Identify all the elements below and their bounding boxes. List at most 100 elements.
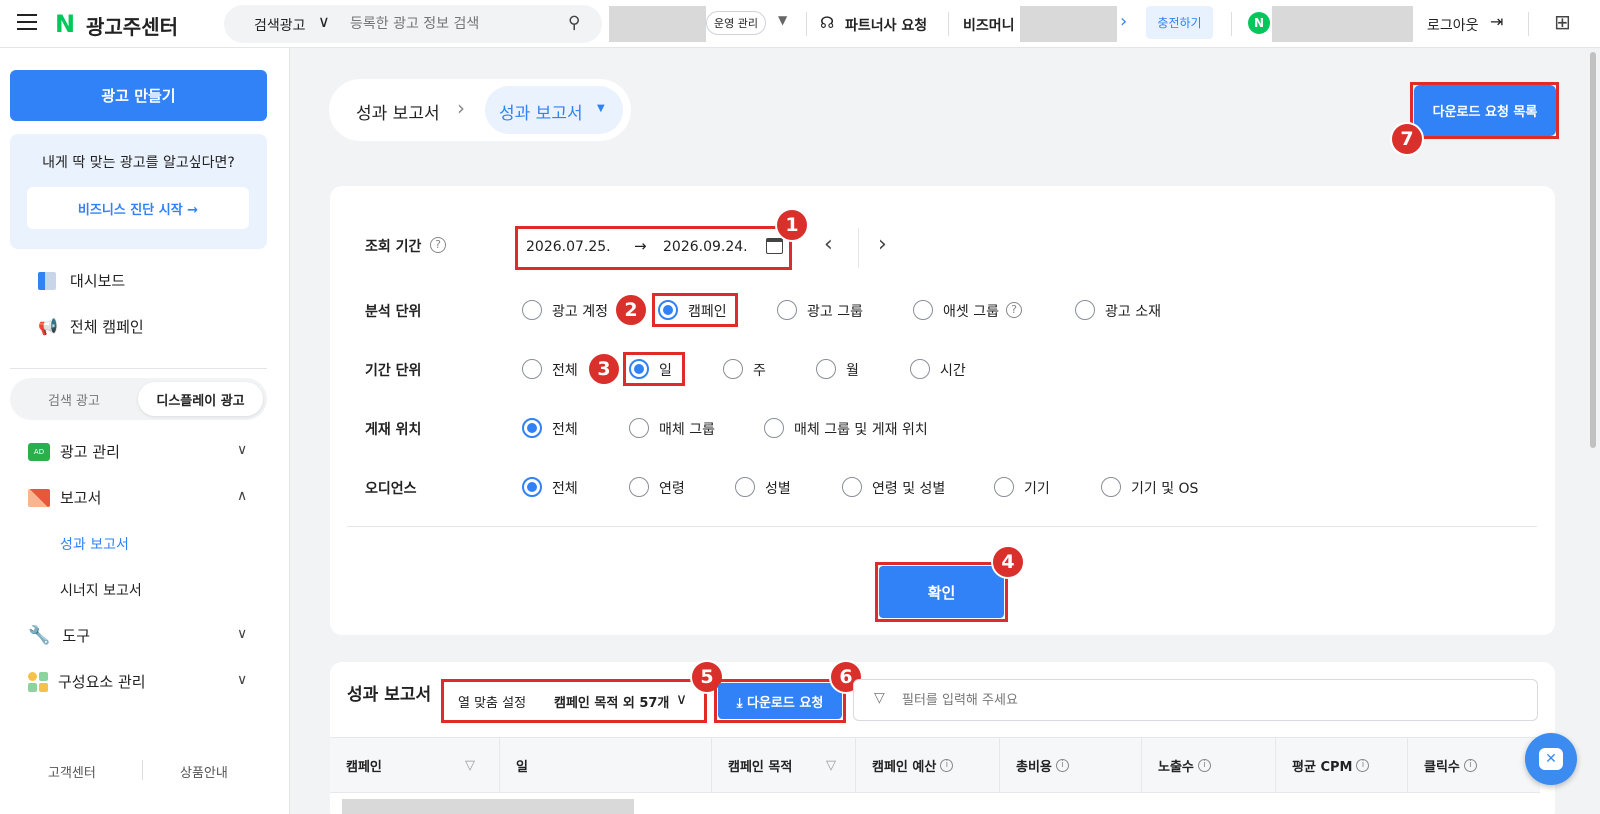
report-title: 성과 보고서: [347, 685, 432, 705]
info-icon[interactable]: i: [1463, 758, 1477, 772]
column-header-avg-cpm[interactable]: 평균 CPM i: [1276, 737, 1408, 793]
column-header-day[interactable]: 일: [500, 737, 712, 793]
column-header-clicks[interactable]: 클릭수 i: [1408, 737, 1540, 793]
account-dropdown-icon[interactable]: ▼: [778, 13, 787, 27]
breadcrumb-current: 성과 보고서: [499, 104, 583, 124]
breadcrumb-current-dropdown[interactable]: 성과 보고서 ▼: [485, 86, 623, 134]
help-icon[interactable]: ?: [1006, 302, 1022, 318]
radio-analysis-assetgroup[interactable]: [913, 300, 933, 320]
breadcrumb-root[interactable]: 성과 보고서: [356, 99, 440, 124]
sidebar-item-all-campaigns[interactable]: 📢 전체 캠페인: [38, 316, 144, 337]
tab-search-ads[interactable]: 검색 광고: [10, 378, 138, 420]
radio-time-week[interactable]: [723, 359, 743, 379]
info-icon[interactable]: i: [940, 758, 954, 772]
caret-down-icon: ▼: [597, 103, 605, 114]
radio-label: 기기 및 OS: [1131, 481, 1199, 497]
brand-title[interactable]: 광고주센터: [86, 11, 178, 40]
chevron-down-icon[interactable]: ∨: [237, 626, 247, 642]
info-icon[interactable]: i: [1356, 758, 1370, 772]
annotation-badge-4: 4: [991, 545, 1025, 579]
divider: [142, 760, 143, 780]
sidebar-item-reports[interactable]: 보고서: [28, 487, 101, 508]
sidebar-item-synergy-report[interactable]: 시너지 보고서: [60, 580, 142, 600]
help-icon[interactable]: ?: [430, 237, 446, 253]
naver-logo-icon[interactable]: N: [55, 10, 75, 38]
sidebar-item-dashboard[interactable]: 대시보드: [38, 270, 125, 291]
radio-analysis-creative[interactable]: [1075, 300, 1095, 320]
megaphone-icon: 📢: [38, 317, 58, 336]
sidebar-item-tools[interactable]: 🔧 도구: [28, 625, 90, 646]
divider: [347, 526, 1537, 527]
radio-placement-group-and-position[interactable]: [764, 418, 784, 438]
annotation-box-5: [441, 679, 707, 723]
radio-audience-device-os[interactable]: [1101, 477, 1121, 497]
chart-icon: [28, 488, 50, 507]
create-ad-button[interactable]: 광고 만들기: [10, 70, 267, 121]
column-header-campaign[interactable]: 캠페인 ▽: [330, 737, 500, 793]
radio-analysis-account[interactable]: [522, 300, 542, 320]
filter-icon: ▽: [874, 690, 885, 706]
business-diagnosis-button[interactable]: 비즈니스 진단 시작 →: [27, 187, 249, 229]
search-input[interactable]: [350, 13, 550, 35]
search-type-select[interactable]: 검색광고: [254, 15, 306, 35]
column-header-total-cost[interactable]: 총비용 i: [1000, 737, 1142, 793]
product-info-link[interactable]: 상품안내: [180, 762, 228, 781]
logout-button[interactable]: 로그아웃: [1427, 15, 1479, 35]
chevron-right-icon: ›: [457, 96, 465, 120]
column-filter-icon[interactable]: ▽: [465, 758, 475, 773]
radio-analysis-adgroup[interactable]: [777, 300, 797, 320]
radio-audience-gender[interactable]: [735, 477, 755, 497]
manage-badge[interactable]: 운영 관리: [706, 11, 766, 35]
column-filter-icon[interactable]: ▽: [826, 758, 836, 773]
divider: [806, 12, 807, 36]
radio-placement-group[interactable]: [629, 418, 649, 438]
radio-time-month[interactable]: [816, 359, 836, 379]
column-header-campaign-budget[interactable]: 캠페인 예산 i: [856, 737, 1000, 793]
info-icon[interactable]: i: [1197, 758, 1211, 772]
annotation-box-4: [875, 562, 1008, 622]
report-filter-box[interactable]: ▽: [853, 679, 1538, 721]
charge-button[interactable]: 충전하기: [1146, 6, 1213, 39]
hamburger-menu-icon[interactable]: [17, 14, 37, 32]
logout-icon[interactable]: ⇥: [1490, 12, 1503, 31]
promo-card: 내게 딱 맞는 광고를 알고싶다면? 비즈니스 진단 시작 →: [10, 134, 267, 249]
chevron-up-icon[interactable]: ∧: [237, 488, 247, 504]
radio-label: 전체: [552, 422, 578, 438]
app-grid-icon[interactable]: ⊞: [1554, 10, 1571, 34]
prev-period-icon[interactable]: ‹: [824, 232, 833, 257]
partner-request-link[interactable]: 파트너사 요청: [845, 15, 927, 35]
next-period-icon[interactable]: ›: [878, 232, 887, 257]
sidebar-item-ad-manage[interactable]: AD 광고 관리: [28, 441, 120, 462]
radio-label: 연령 및 성별: [872, 481, 946, 497]
wrench-icon: 🔧: [28, 625, 51, 646]
report-filter-input[interactable]: [902, 690, 1302, 710]
table-row-redacted: [342, 799, 634, 814]
ad-folder-icon: AD: [28, 442, 50, 461]
chatbot-button[interactable]: ✕: [1525, 733, 1577, 785]
radio-placement-all[interactable]: [522, 418, 542, 438]
divider: [1528, 12, 1529, 36]
radio-audience-age-gender[interactable]: [842, 477, 862, 497]
sidebar-item-performance-report[interactable]: 성과 보고서: [60, 534, 129, 554]
radio-audience-age[interactable]: [629, 477, 649, 497]
page-scrollbar[interactable]: [1590, 52, 1596, 448]
analysis-unit-label: 분석 단위: [365, 304, 422, 320]
radio-audience-device[interactable]: [994, 477, 1014, 497]
customer-center-link[interactable]: 고객센터: [48, 762, 96, 781]
info-icon[interactable]: i: [1055, 758, 1069, 772]
chevron-right-icon[interactable]: ›: [1120, 11, 1127, 32]
radio-label: 성별: [765, 481, 791, 497]
chevron-down-icon[interactable]: ∨: [318, 12, 330, 31]
chevron-down-icon[interactable]: ∨: [237, 442, 247, 458]
sidebar-item-component-manage[interactable]: 구성요소 관리: [28, 671, 146, 692]
search-icon[interactable]: ⚲: [568, 13, 580, 33]
radio-audience-all[interactable]: [522, 477, 542, 497]
user-avatar[interactable]: N: [1248, 12, 1270, 34]
tab-display-ads[interactable]: 디스플레이 광고: [138, 382, 263, 416]
radio-time-all[interactable]: [522, 359, 542, 379]
radio-time-hour[interactable]: [910, 359, 930, 379]
column-header-campaign-objective[interactable]: 캠페인 목적 ▽: [712, 737, 856, 793]
chevron-down-icon[interactable]: ∨: [237, 672, 247, 688]
column-header-impressions[interactable]: 노출수 i: [1142, 737, 1276, 793]
audience-label: 오디언스: [365, 481, 417, 497]
